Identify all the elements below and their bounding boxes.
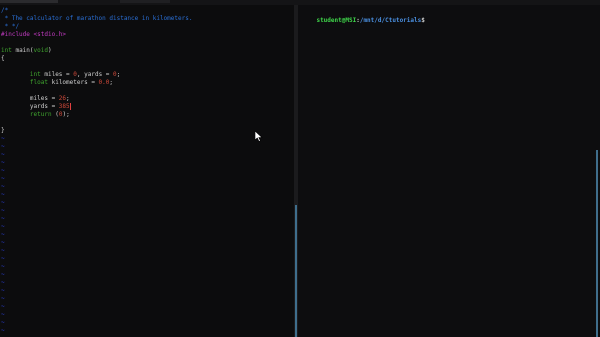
code-token: void [33,47,48,54]
empty-line-tilde: ~ [1,183,5,190]
mouse-pointer-icon [255,131,263,142]
empty-line-tilde: ~ [1,159,5,166]
code-line: { [1,55,5,63]
code-line: miles = 26; [1,95,70,103]
empty-line-tilde: ~ [1,207,5,214]
terminal-scrollbar[interactable] [596,150,598,337]
empty-line-tilde: ~ [1,199,5,206]
code-token: { [1,55,5,62]
code-token: return [29,111,52,118]
code-token: int [29,71,41,78]
empty-line-tilde: ~ [1,303,5,310]
empty-line-tilde: ~ [1,239,5,246]
empty-line-tilde: ~ [1,191,5,198]
code-token: 385 [58,103,70,110]
code-token: miles = [40,71,74,78]
empty-line-tilde: ~ [1,295,5,302]
empty-line-tilde: ~ [1,215,5,222]
empty-line-tilde: ~ [1,143,5,150]
shell-prompt: student@MSI:/mnt/d/Ctutorials$ [302,9,424,24]
code-token: 26 [58,95,67,102]
empty-line-tilde: ~ [1,263,5,270]
empty-line-tilde: ~ [1,311,5,318]
empty-line-tilde: ~ [1,279,5,286]
code-token: int [1,47,12,54]
code-line: #include <stdio.h> [1,31,66,39]
code-line: * */ [1,23,19,31]
terminal-pane[interactable]: student@MSI:/mnt/d/Ctutorials$ [298,5,600,337]
empty-line-tilde: ~ [1,151,5,158]
code-token: 0.0 [98,79,110,86]
code-token: kilometers = [47,79,99,86]
code-line: yards = 385 [1,103,71,111]
vim-editor-pane[interactable]: /* * The calculator of marathon distance… [0,5,294,337]
empty-line-tilde: ~ [1,223,5,230]
code-line: float kilometers = 0.0; [1,79,113,87]
code-token: } [1,127,5,134]
empty-line-tilde: ~ [1,287,5,294]
code-token: miles = [1,95,59,102]
code-token: ( [51,111,59,118]
code-line: * The calculator of marathon distance in… [1,15,193,23]
code-token: /* [1,7,9,14]
code-token: #include <stdio.h> [1,31,67,38]
empty-line-tilde: ~ [1,167,5,174]
prompt-symbol: $ [421,17,425,24]
code-token: ); [62,111,70,118]
code-line: int miles = 0, yards = 0; [1,71,120,79]
empty-line-tilde: ~ [1,319,5,326]
code-line: } [1,127,5,135]
code-line: return (0); [1,111,70,119]
code-token: * */ [1,23,20,30]
code-token: ) [47,47,52,54]
prompt-user-host: student@MSI [316,17,357,24]
empty-line-tilde: ~ [1,255,5,262]
code-token: , yards = [76,71,114,78]
code-line: int main(void) [1,47,52,55]
code-token: ; [116,71,121,78]
empty-line-tilde: ~ [1,135,5,142]
text-cursor [69,103,71,110]
pane-divider-scrollbar[interactable] [295,205,297,337]
code-line: /* [1,7,8,15]
empty-line-tilde: ~ [1,271,5,278]
empty-line-tilde: ~ [1,175,5,182]
tab-terminal[interactable] [120,0,170,3]
empty-line-tilde: ~ [1,247,5,254]
code-token: ; [66,95,70,102]
code-token: main( [11,47,34,54]
prompt-path: /mnt/d/Ctutorials [359,17,422,24]
empty-line-tilde: ~ [1,231,5,238]
code-token: ; [109,79,114,86]
empty-line-tilde: ~ [1,327,5,334]
code-token: float [29,79,48,86]
code-token: yards = [1,103,59,110]
code-token: * The calculator of marathon distance in… [1,15,193,22]
tab-editor[interactable] [0,0,58,3]
